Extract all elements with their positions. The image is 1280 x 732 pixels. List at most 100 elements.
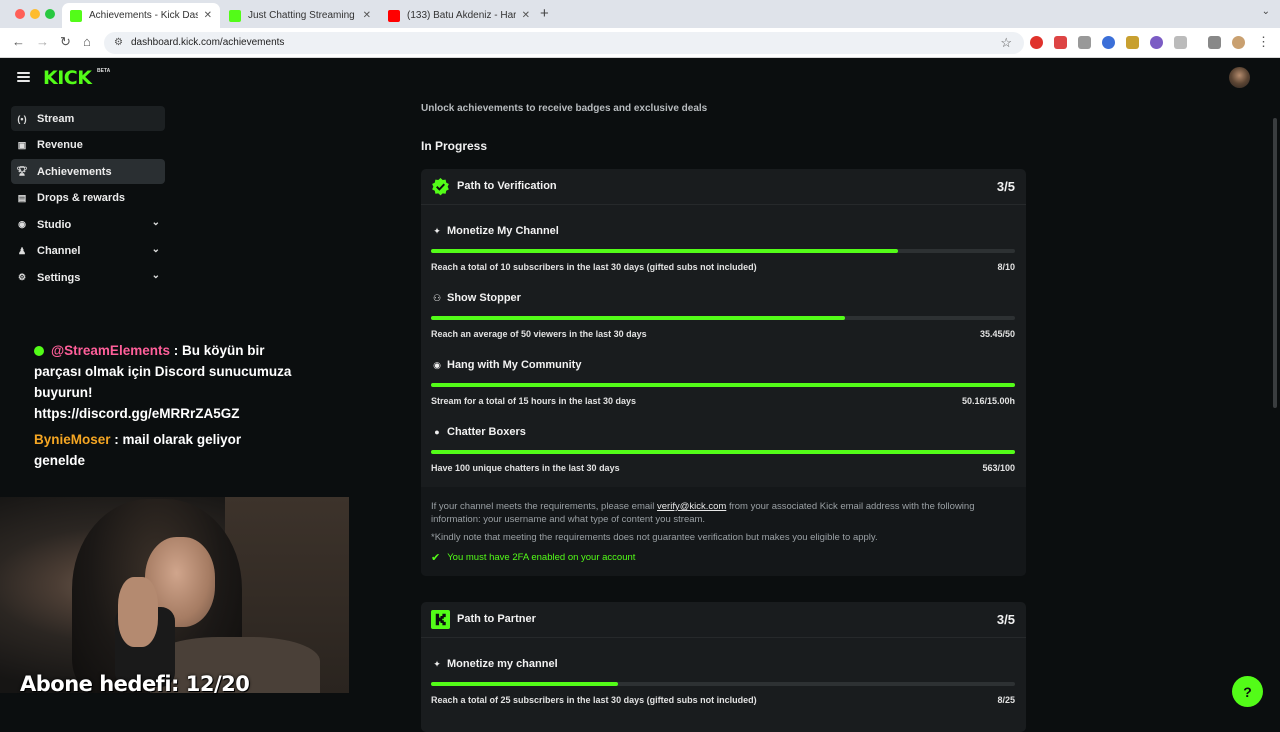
gift-icon: ▤ <box>17 192 27 203</box>
sidebar-item-settings[interactable]: ⚙ Settings ⌄ <box>11 265 165 290</box>
verification-instructions: If your channel meets the requirements, … <box>431 500 1016 526</box>
kick-logo[interactable]: KICK <box>43 67 92 89</box>
tab-search-icon[interactable]: ⌄ <box>1262 6 1270 17</box>
sidebar-nav: (•) Stream ▣ Revenue 🏆︎ Achievements ▤ D… <box>11 106 165 292</box>
achievement-card: Path to Verification 3/5 ✦ Monetize My C… <box>421 169 1026 576</box>
sidebar-item-achievements[interactable]: 🏆︎ Achievements <box>11 159 165 184</box>
achievement-description: Stream for a total of 15 hours in the la… <box>431 396 637 406</box>
sidebar-item-channel[interactable]: ♟ Channel ⌄ <box>11 239 165 264</box>
kick-dashboard: KICK BETA (•) Stream ▣ Revenue 🏆︎ Achiev… <box>0 58 1280 732</box>
card-title: Path to Partner <box>457 613 536 625</box>
sidebar-item-label: Studio <box>37 218 72 231</box>
chevron-down-icon[interactable]: ⌄ <box>152 270 160 281</box>
sparkle-icon: ✦ <box>433 659 441 669</box>
extension-icon[interactable] <box>1030 36 1043 49</box>
home-button[interactable]: ⌂ <box>83 34 91 49</box>
sidebar-item-label: Achievements <box>37 165 112 178</box>
close-window-button[interactable] <box>15 9 25 19</box>
broadcast-icon: ◉ <box>433 360 441 370</box>
reload-button[interactable]: ↻ <box>60 34 71 50</box>
profile-avatar-icon[interactable] <box>1232 36 1245 49</box>
user-avatar[interactable] <box>1229 67 1250 88</box>
address-bar: ← → ↻ ⌂ ⚙ dashboard.kick.com/achievement… <box>0 28 1280 58</box>
verification-note: *Kindly note that meeting the requiremen… <box>431 532 878 543</box>
sidebar-item-stream[interactable]: (•) Stream <box>11 106 165 131</box>
broadcast-icon: (•) <box>17 113 27 124</box>
chevron-down-icon[interactable]: ⌄ <box>152 244 160 255</box>
achievement-title: Show Stopper <box>447 292 521 304</box>
achievement-progress: 35.45/50 <box>979 329 1015 339</box>
hamburger-menu-icon[interactable] <box>17 72 30 82</box>
achievement-description: Have 100 unique chatters in the last 30 … <box>431 463 620 473</box>
progress-bar <box>431 682 1015 686</box>
achievement-title: Monetize My Channel <box>447 225 559 237</box>
reading-list-icon[interactable] <box>1208 36 1221 49</box>
webcam-feed <box>0 497 349 693</box>
progress-fill <box>431 383 1015 387</box>
sidebar-item-studio[interactable]: ◉ Studio ⌄ <box>11 212 165 237</box>
sidebar-item-label: Drops & rewards <box>37 192 126 204</box>
chat-message: BynieMoser : mail olarak geliyor genelde <box>34 429 294 471</box>
chat-overlay: @StreamElements : Bu köyün bir parçası o… <box>34 340 294 471</box>
achievement-card: Path to Partner 3/5 ✦ Monetize my channe… <box>421 602 1026 732</box>
achievement-item: ✦ Monetize my channel Reach a total of 2… <box>421 638 1026 705</box>
browser-tab-bar: Achievements - Kick Dashboard ✕ Just Cha… <box>0 0 1280 28</box>
back-button[interactable]: ← <box>12 34 25 49</box>
chevron-down-icon[interactable]: ⌄ <box>152 217 160 228</box>
bookmark-star-icon[interactable]: ☆ <box>1000 35 1012 51</box>
sidebar-item-revenue[interactable]: ▣ Revenue <box>11 133 165 158</box>
chat-username: @StreamElements <box>51 343 170 358</box>
browser-tab[interactable]: Achievements - Kick Dashboard ✕ <box>62 3 220 28</box>
help-chat-button[interactable]: ? <box>1232 676 1263 707</box>
achievement-progress: 50.16/15.00h <box>961 396 1015 406</box>
extension-icon[interactable] <box>1126 36 1139 49</box>
sidebar-item-label: Revenue <box>37 139 83 151</box>
tab-label: Achievements - Kick Dashboard <box>89 10 198 21</box>
verify-email-link[interactable]: verify@kick.com <box>657 501 726 512</box>
page-subtitle: Unlock achievements to receive badges an… <box>421 103 708 114</box>
close-tab-icon[interactable]: ✕ <box>204 10 212 21</box>
card-title: Path to Verification <box>457 180 557 192</box>
browser-menu-icon[interactable]: ⋮ <box>1257 34 1270 50</box>
extensions-puzzle-icon[interactable] <box>1174 36 1187 49</box>
sparkle-icon: ✦ <box>433 226 441 236</box>
forward-button[interactable]: → <box>36 34 49 49</box>
gear-icon: ⚙ <box>17 272 27 282</box>
progress-bar <box>431 450 1015 454</box>
close-tab-icon[interactable]: ✕ <box>522 10 530 21</box>
progress-fill <box>431 450 1015 454</box>
progress-bar <box>431 316 1015 320</box>
check-icon: ✔ <box>431 552 441 564</box>
browser-tab[interactable]: Just Chatting Streaming - Live ✕ <box>221 3 379 28</box>
achievement-description: Reach an average of 50 viewers in the la… <box>431 329 647 339</box>
extension-icon[interactable] <box>1054 36 1067 49</box>
extension-icon[interactable] <box>1078 36 1091 49</box>
kick-logo-icon <box>431 610 450 629</box>
verified-check-icon <box>432 177 449 196</box>
new-tab-button[interactable]: + <box>540 5 549 22</box>
extension-icon[interactable] <box>1102 36 1115 49</box>
scrollbar[interactable] <box>1273 118 1277 408</box>
requirement-item: ✔ You must have 2FA enabled on your acco… <box>431 551 1016 564</box>
extension-icon[interactable] <box>1150 36 1163 49</box>
browser-tab[interactable]: (133) Batu Akdeniz - Hareket ✕ <box>380 3 538 28</box>
minimize-window-button[interactable] <box>30 9 40 19</box>
progress-fill <box>431 316 846 320</box>
url-field[interactable]: ⚙ dashboard.kick.com/achievements ☆ <box>104 32 1024 54</box>
achievement-title: Chatter Boxers <box>447 426 526 438</box>
chat-username: BynieMoser <box>34 432 111 447</box>
achievement-description: Reach a total of 10 subscribers in the l… <box>431 262 757 272</box>
progress-fill <box>431 249 899 253</box>
achievement-title: Hang with My Community <box>447 359 582 371</box>
close-tab-icon[interactable]: ✕ <box>363 10 371 21</box>
sidebar-item-label: Channel <box>37 245 81 257</box>
achievement-item: ✦ Monetize My Channel Reach a total of 1… <box>421 205 1026 272</box>
section-title: In Progress <box>421 139 488 153</box>
site-info-icon[interactable]: ⚙ <box>114 37 123 48</box>
verified-badge-icon <box>34 346 44 356</box>
zoom-window-button[interactable] <box>45 9 55 19</box>
card-header: Path to Verification 3/5 <box>421 169 1026 205</box>
sidebar-item-drops-rewards[interactable]: ▤ Drops & rewards <box>11 186 165 211</box>
achievement-progress: 8/10 <box>997 262 1015 272</box>
achievement-item: ⚇ Show Stopper Reach an average of 50 vi… <box>421 272 1026 339</box>
